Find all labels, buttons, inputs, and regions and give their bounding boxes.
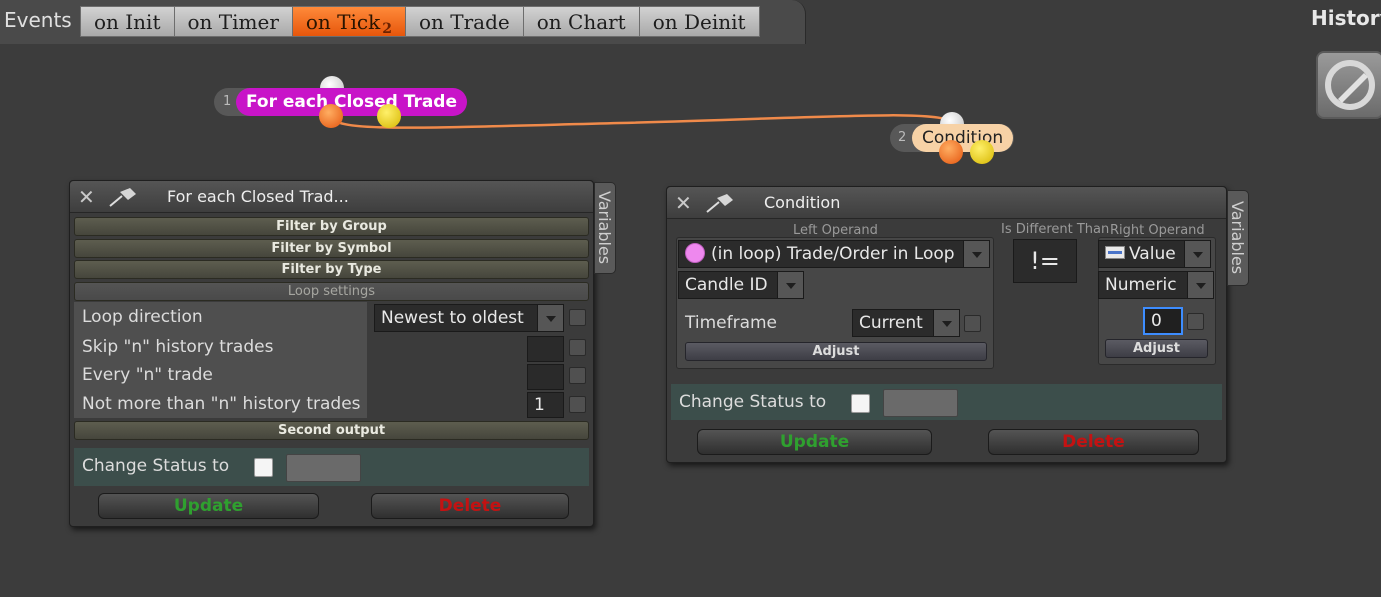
section-filter-group[interactable]: Filter by Group — [74, 217, 589, 236]
trade-loop-icon — [685, 243, 705, 263]
loop-direction-value: Newest to oldest — [381, 308, 524, 328]
timeframe-value: Current — [859, 313, 923, 333]
section-filter-type[interactable]: Filter by Type — [74, 260, 589, 279]
node-2-second-output-port[interactable] — [970, 140, 994, 164]
left-operand-value: (in loop) Trade/Order in Loop — [711, 244, 955, 264]
node-2-number: 2 — [898, 130, 907, 145]
panel-title-bar[interactable]: ✕ For each Closed Trad... — [70, 181, 593, 213]
every-n-label: Every "n" trade — [82, 365, 213, 385]
tab-label: on Tick — [305, 10, 381, 34]
chevron-down-icon — [777, 272, 803, 298]
not-more-than-n-label: Not more than "n" history trades — [82, 394, 361, 414]
right-adjust-button[interactable]: Adjust — [1105, 339, 1208, 358]
right-subtype-select[interactable]: Numeric — [1098, 271, 1214, 299]
panel-title: For each Closed Trad... — [167, 187, 349, 206]
loop-block-panel: ✕ For each Closed Trad... Filter by Grou… — [69, 180, 594, 527]
events-tab-bar: Events on Init on Timer on Tick 2 on Trad… — [0, 0, 1381, 44]
loop-direction-label: Loop direction — [82, 307, 203, 327]
delete-button[interactable]: Delete — [371, 493, 569, 519]
tab-label: on Timer — [187, 10, 279, 34]
every-n-input[interactable] — [527, 364, 564, 390]
not-more-than-n-checkbox[interactable] — [569, 396, 586, 413]
left-operand-header: Left Operand — [793, 223, 878, 238]
change-status-label: Change Status to — [679, 392, 827, 412]
panel-title-bar[interactable]: ✕ Condition — [667, 187, 1226, 219]
tab-on-tick[interactable]: on Tick 2 — [292, 6, 406, 37]
event-tabs: on Init on Timer on Tick 2 on Trade on Ch… — [80, 6, 760, 37]
right-value-checkbox[interactable] — [1187, 313, 1204, 330]
events-label: Events — [4, 8, 72, 32]
left-adjust-button[interactable]: Adjust — [685, 342, 987, 361]
tab-label: on Deinit — [652, 10, 746, 34]
right-type-select[interactable]: Value — [1098, 240, 1211, 268]
close-icon[interactable]: ✕ — [78, 187, 98, 207]
chevron-down-icon — [537, 305, 563, 331]
section-filter-symbol[interactable]: Filter by Symbol — [74, 239, 589, 258]
tab-on-deinit[interactable]: on Deinit — [639, 6, 760, 37]
timeframe-checkbox[interactable] — [964, 315, 981, 332]
close-icon[interactable]: ✕ — [675, 193, 695, 213]
timeframe-select[interactable]: Current — [852, 309, 960, 337]
events-panel: Events on Init on Timer on Tick 2 on Trad… — [0, 0, 806, 44]
operator-select[interactable]: != — [1013, 239, 1077, 283]
condition-block-panel: ✕ Condition Left Operand Is Different Th… — [666, 186, 1227, 463]
tab-on-timer[interactable]: on Timer — [174, 6, 293, 37]
section-loop-settings[interactable]: Loop settings — [74, 282, 589, 301]
node-1-number: 1 — [223, 94, 232, 109]
skip-n-input[interactable] — [527, 336, 564, 362]
tab-label: on Init — [94, 10, 161, 34]
skip-n-label: Skip "n" history trades — [82, 337, 274, 357]
not-more-than-n-input[interactable]: 1 — [527, 392, 564, 418]
pin-icon[interactable] — [106, 186, 142, 208]
tab-badge: 2 — [382, 21, 392, 37]
update-button[interactable]: Update — [697, 429, 932, 455]
value-icon — [1105, 246, 1125, 259]
status-color-swatch[interactable] — [286, 454, 361, 482]
loop-variables-tab[interactable]: Variables — [594, 182, 616, 274]
tab-on-init[interactable]: on Init — [80, 6, 175, 37]
pin-icon[interactable] — [703, 192, 739, 214]
right-subtype-value: Numeric — [1105, 275, 1177, 295]
left-property-value: Candle ID — [685, 275, 768, 295]
change-status-checkbox[interactable] — [851, 394, 870, 413]
loop-direction-select[interactable]: Newest to oldest — [374, 304, 564, 332]
node-1-output-port[interactable] — [319, 104, 343, 128]
node-2-output-port[interactable] — [939, 140, 963, 164]
delete-button[interactable]: Delete — [988, 429, 1199, 455]
wrench-icon[interactable] — [1316, 51, 1381, 119]
tab-label: on Trade — [418, 10, 510, 34]
update-button[interactable]: Update — [98, 493, 319, 519]
operator-header: Is Different Than — [1001, 222, 1110, 237]
chevron-down-icon — [933, 310, 959, 336]
every-n-checkbox[interactable] — [569, 367, 586, 384]
condition-variables-tab[interactable]: Variables — [1227, 190, 1249, 286]
right-type-value: Value — [1129, 244, 1176, 264]
chevron-down-icon — [963, 241, 989, 267]
history-label[interactable]: History — [1311, 6, 1381, 30]
skip-n-checkbox[interactable] — [569, 339, 586, 356]
chevron-down-icon — [1184, 241, 1210, 267]
change-status-checkbox[interactable] — [254, 458, 273, 477]
change-status-label: Change Status to — [82, 456, 230, 476]
tab-on-chart[interactable]: on Chart — [523, 6, 640, 37]
node-1-second-output-port[interactable] — [377, 104, 401, 128]
right-value-input[interactable]: 0 — [1143, 307, 1183, 335]
panel-title: Condition — [764, 193, 841, 212]
tab-on-trade[interactable]: on Trade — [405, 6, 524, 37]
tab-label: on Chart — [536, 10, 626, 34]
chevron-down-icon — [1187, 272, 1213, 298]
right-operand-header: Right Operand — [1110, 223, 1205, 238]
status-color-swatch[interactable] — [883, 389, 958, 417]
timeframe-label: Timeframe — [685, 313, 778, 333]
wrench-icon-graphic — [1325, 60, 1375, 110]
section-second-output[interactable]: Second output — [74, 421, 589, 440]
left-property-select[interactable]: Candle ID — [678, 271, 804, 299]
node-1-label[interactable]: For each Closed Trade — [236, 88, 468, 116]
loop-direction-checkbox[interactable] — [569, 309, 586, 326]
left-operand-select[interactable]: (in loop) Trade/Order in Loop — [678, 240, 990, 268]
